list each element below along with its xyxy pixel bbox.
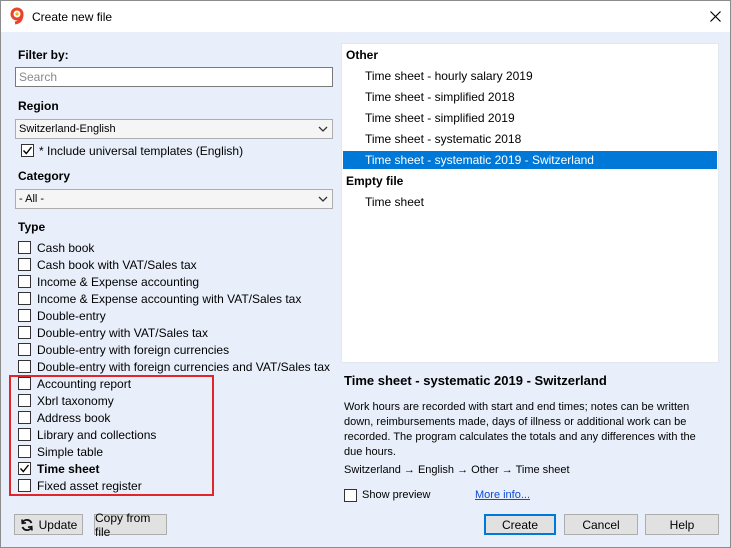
template-item[interactable]: Time sheet - hourly salary 2019 bbox=[343, 67, 717, 85]
chevron-down-icon bbox=[318, 126, 328, 132]
checkmark-icon bbox=[22, 146, 33, 155]
help-button-label: Help bbox=[669, 517, 695, 532]
copy-from-file-label: Copy from file bbox=[95, 510, 151, 539]
highlight-box bbox=[9, 375, 214, 496]
title-bar: Create new file bbox=[1, 1, 730, 32]
region-selected-value: Switzerland-English bbox=[19, 123, 116, 135]
type-label-double-entry-fx-vat: Double-entry with foreign currencies and… bbox=[37, 360, 331, 374]
dialog-body: Filter by: Region Switzerland-English * … bbox=[1, 32, 730, 547]
description-title: Time sheet - systematic 2019 - Switzerla… bbox=[344, 373, 607, 388]
group-header-empty-file: Empty file bbox=[346, 174, 404, 188]
create-button-label: Create bbox=[501, 517, 539, 532]
banana-app-icon bbox=[10, 7, 24, 25]
cancel-button-label: Cancel bbox=[582, 517, 620, 532]
type-label: Type bbox=[18, 220, 46, 234]
category-select[interactable]: - All - bbox=[15, 189, 333, 209]
template-item[interactable]: Time sheet - simplified 2019 bbox=[343, 109, 717, 127]
type-label-cash-book-vat: Cash book with VAT/Sales tax bbox=[37, 258, 197, 272]
type-checkbox-double-entry-fx[interactable] bbox=[18, 343, 31, 356]
update-button[interactable]: Update bbox=[14, 514, 83, 535]
update-button-label: Update bbox=[38, 517, 78, 532]
description-body: Work hours are recorded with start and e… bbox=[344, 401, 696, 458]
template-item[interactable]: Time sheet bbox=[343, 193, 717, 211]
category-label: Category bbox=[18, 169, 71, 183]
template-item[interactable]: Time sheet - simplified 2018 bbox=[343, 88, 717, 106]
close-icon bbox=[709, 10, 721, 22]
type-checkbox-income-expense[interactable] bbox=[18, 275, 31, 288]
filter-label: Filter by: bbox=[18, 48, 69, 62]
type-checkbox-double-entry-fx-vat[interactable] bbox=[18, 360, 31, 373]
more-info-link[interactable]: More info... bbox=[475, 489, 530, 501]
type-checkbox-double-entry-vat[interactable] bbox=[18, 326, 31, 339]
type-label-income-expense-vat: Income & Expense accounting with VAT/Sal… bbox=[37, 292, 302, 306]
include-universal-label: * Include universal templates (English) bbox=[39, 144, 244, 158]
close-button[interactable] bbox=[700, 1, 730, 31]
cancel-button[interactable]: Cancel bbox=[564, 514, 638, 535]
show-preview-label: Show preview bbox=[362, 489, 431, 501]
type-label-income-expense: Income & Expense accounting bbox=[37, 275, 200, 289]
type-label-double-entry: Double-entry bbox=[37, 309, 106, 323]
chevron-down-icon bbox=[318, 196, 328, 202]
category-selected-value: - All - bbox=[19, 193, 45, 205]
search-input[interactable] bbox=[15, 67, 333, 87]
template-item[interactable]: Time sheet - systematic 2018 bbox=[343, 130, 717, 148]
type-checkbox-income-expense-vat[interactable] bbox=[18, 292, 31, 305]
create-new-file-dialog: Create new file Filter by: Region Switze… bbox=[0, 0, 731, 548]
type-label-double-entry-vat: Double-entry with VAT/Sales tax bbox=[37, 326, 208, 340]
include-universal-checkbox[interactable] bbox=[21, 144, 34, 157]
window-title: Create new file bbox=[32, 10, 113, 24]
region-label: Region bbox=[18, 99, 59, 113]
group-header-other: Other bbox=[346, 48, 379, 62]
description-path: Switzerland → English → Other → Time she… bbox=[344, 464, 570, 476]
type-label-cash-book: Cash book bbox=[37, 241, 95, 255]
help-button[interactable]: Help bbox=[645, 514, 719, 535]
type-checkbox-cash-book[interactable] bbox=[18, 241, 31, 254]
create-button[interactable]: Create bbox=[484, 514, 556, 535]
template-list[interactable]: Other Time sheet - hourly salary 2019 Ti… bbox=[341, 43, 719, 363]
refresh-icon bbox=[20, 518, 33, 531]
type-checkbox-double-entry[interactable] bbox=[18, 309, 31, 322]
show-preview-checkbox[interactable] bbox=[344, 489, 357, 502]
template-item-selected[interactable]: Time sheet - systematic 2019 - Switzerla… bbox=[343, 151, 717, 169]
region-select[interactable]: Switzerland-English bbox=[15, 119, 333, 139]
type-checkbox-cash-book-vat[interactable] bbox=[18, 258, 31, 271]
type-label-double-entry-fx: Double-entry with foreign currencies bbox=[37, 343, 230, 357]
copy-from-file-button[interactable]: Copy from file bbox=[94, 511, 167, 539]
